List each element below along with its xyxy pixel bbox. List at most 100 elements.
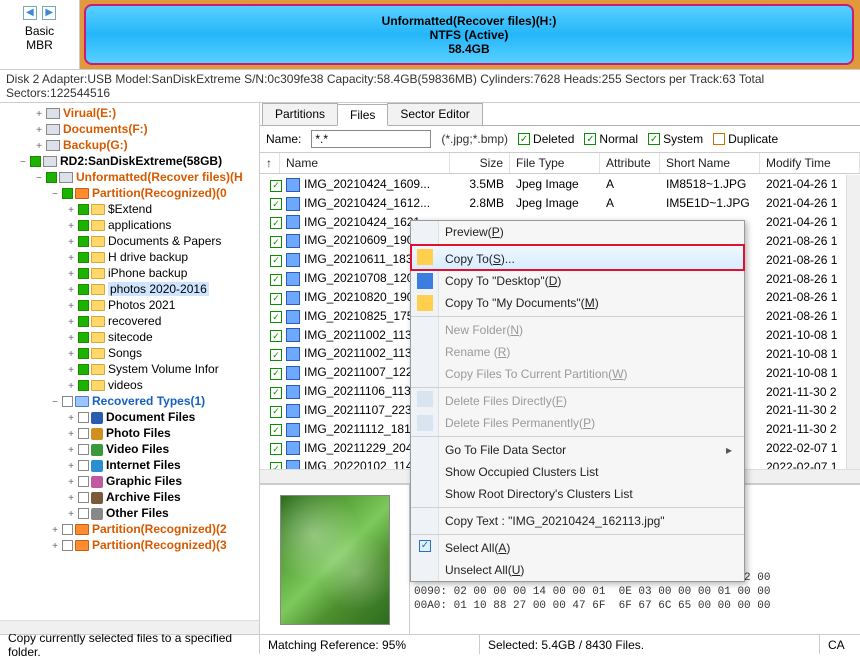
- checkbox-icon[interactable]: [78, 268, 89, 279]
- expand-icon[interactable]: +: [66, 221, 76, 232]
- tree-item[interactable]: +photos 2020-2016: [0, 281, 259, 297]
- expand-icon[interactable]: +: [66, 413, 76, 424]
- tree-item[interactable]: +Songs: [0, 345, 259, 361]
- expand-icon[interactable]: +: [66, 429, 76, 440]
- checkbox-icon[interactable]: [78, 220, 89, 231]
- tree-item[interactable]: +Graphic Files: [0, 473, 259, 489]
- ctx-select-all[interactable]: ✓Select All(A): [411, 534, 744, 559]
- expand-icon[interactable]: −: [50, 189, 60, 200]
- checkbox-icon[interactable]: [78, 380, 89, 391]
- expand-icon[interactable]: +: [66, 253, 76, 264]
- filter-system[interactable]: ✓System: [648, 132, 703, 146]
- table-row[interactable]: ✓IMG_20210424_1609...3.5MBJpeg ImageAIM8…: [260, 175, 860, 194]
- checkbox-icon[interactable]: [78, 284, 89, 295]
- tree-item[interactable]: +Document Files: [0, 409, 259, 425]
- checkbox-icon[interactable]: [46, 172, 57, 183]
- ctx-unselect-all[interactable]: Unselect All(U): [411, 559, 744, 581]
- expand-icon[interactable]: +: [50, 541, 60, 552]
- expand-icon[interactable]: +: [66, 381, 76, 392]
- tree-item[interactable]: +Archive Files: [0, 489, 259, 505]
- tree-item[interactable]: −Recovered Types(1): [0, 393, 259, 409]
- filter-deleted[interactable]: ✓Deleted: [518, 132, 574, 146]
- expand-icon[interactable]: −: [18, 157, 28, 168]
- checkbox-icon[interactable]: [78, 348, 89, 359]
- expand-icon[interactable]: +: [66, 477, 76, 488]
- expand-icon[interactable]: +: [66, 237, 76, 248]
- checkbox-icon[interactable]: [78, 252, 89, 263]
- ctx-go-file-data-sector[interactable]: Go To File Data Sector▸: [411, 436, 744, 461]
- col-size[interactable]: Size: [450, 153, 510, 173]
- grid-vscrollbar[interactable]: [846, 175, 860, 469]
- expand-icon[interactable]: +: [34, 109, 44, 120]
- filter-duplicate[interactable]: Duplicate: [713, 132, 778, 146]
- tree-item[interactable]: +applications: [0, 217, 259, 233]
- tree-item[interactable]: +Backup(G:): [0, 137, 259, 153]
- expand-icon[interactable]: +: [66, 333, 76, 344]
- tree-item[interactable]: +videos: [0, 377, 259, 393]
- expand-icon[interactable]: +: [34, 125, 44, 136]
- tree-item[interactable]: +Video Files: [0, 441, 259, 457]
- expand-icon[interactable]: +: [66, 317, 76, 328]
- checkbox-icon[interactable]: [62, 540, 73, 551]
- tree-hscrollbar[interactable]: [0, 620, 259, 634]
- checkbox-icon[interactable]: [78, 460, 89, 471]
- tree-item[interactable]: +Partition(Recognized)(3: [0, 537, 259, 553]
- ctx-copy-to[interactable]: Copy To(S)...: [411, 245, 744, 270]
- checkbox-icon[interactable]: [78, 476, 89, 487]
- expand-icon[interactable]: +: [66, 445, 76, 456]
- expand-icon[interactable]: +: [66, 493, 76, 504]
- checkbox-icon[interactable]: [78, 428, 89, 439]
- col-attribute[interactable]: Attribute: [600, 153, 660, 173]
- expand-icon[interactable]: −: [50, 397, 60, 408]
- expand-icon[interactable]: +: [50, 525, 60, 536]
- tree-item[interactable]: +Photos 2021: [0, 297, 259, 313]
- checkbox-icon[interactable]: [30, 156, 41, 167]
- ctx-show-occupied-clusters[interactable]: Show Occupied Clusters List: [411, 461, 744, 483]
- col-type[interactable]: File Type: [510, 153, 600, 173]
- checkbox-icon[interactable]: [78, 332, 89, 343]
- tab-partitions[interactable]: Partitions: [262, 103, 338, 125]
- tree-item[interactable]: −RD2:SanDiskExtreme(58GB): [0, 153, 259, 169]
- tree-item[interactable]: +System Volume Infor: [0, 361, 259, 377]
- col-modify-time[interactable]: Modify Time: [760, 153, 860, 173]
- expand-icon[interactable]: +: [66, 349, 76, 360]
- expand-icon[interactable]: −: [34, 173, 44, 184]
- checkbox-icon[interactable]: [62, 188, 73, 199]
- tab-files[interactable]: Files: [337, 104, 388, 126]
- checkbox-icon[interactable]: [62, 524, 73, 535]
- tree-item[interactable]: +Photo Files: [0, 425, 259, 441]
- table-row[interactable]: ✓IMG_20210424_1612...2.8MBJpeg ImageAIM5…: [260, 194, 860, 213]
- tree-item[interactable]: +H drive backup: [0, 249, 259, 265]
- ctx-copy-to-documents[interactable]: Copy To "My Documents"(M): [411, 292, 744, 314]
- col-name[interactable]: Name: [280, 153, 450, 173]
- col-up[interactable]: ↑: [260, 153, 280, 173]
- expand-icon[interactable]: +: [66, 269, 76, 280]
- checkbox-icon[interactable]: [78, 492, 89, 503]
- expand-icon[interactable]: +: [66, 461, 76, 472]
- checkbox-icon[interactable]: [78, 316, 89, 327]
- tree-item[interactable]: +sitecode: [0, 329, 259, 345]
- tree-item[interactable]: +Documents & Papers: [0, 233, 259, 249]
- tree-item[interactable]: +Internet Files: [0, 457, 259, 473]
- tree-item[interactable]: +$Extend: [0, 201, 259, 217]
- volume-bar[interactable]: Unformatted(Recover files)(H:) NTFS (Act…: [84, 4, 854, 65]
- checkbox-icon[interactable]: [78, 204, 89, 215]
- tab-sector-editor[interactable]: Sector Editor: [387, 103, 482, 125]
- tree-item[interactable]: +Partition(Recognized)(2: [0, 521, 259, 537]
- tree-item[interactable]: +iPhone backup: [0, 265, 259, 281]
- ctx-preview[interactable]: Preview(P): [411, 221, 744, 243]
- checkbox-icon[interactable]: [78, 508, 89, 519]
- ctx-show-root-clusters[interactable]: Show Root Directory's Clusters List: [411, 483, 744, 505]
- filter-normal[interactable]: ✓Normal: [584, 132, 638, 146]
- tree-item[interactable]: +recovered: [0, 313, 259, 329]
- tree-item[interactable]: +Documents(F:): [0, 121, 259, 137]
- checkbox-icon[interactable]: [62, 396, 73, 407]
- expand-icon[interactable]: +: [66, 205, 76, 216]
- filter-name-input[interactable]: [311, 130, 431, 148]
- expand-icon[interactable]: +: [66, 301, 76, 312]
- tree-item[interactable]: −Unformatted(Recover files)(H: [0, 169, 259, 185]
- expand-icon[interactable]: +: [66, 285, 76, 296]
- checkbox-icon[interactable]: [78, 236, 89, 247]
- tree-item[interactable]: −Partition(Recognized)(0: [0, 185, 259, 201]
- ctx-copy-to-desktop[interactable]: Copy To "Desktop"(D): [411, 270, 744, 292]
